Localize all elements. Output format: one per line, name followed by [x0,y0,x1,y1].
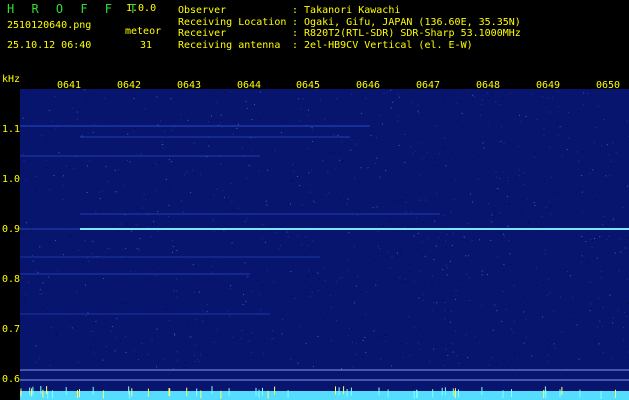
y-tick-label: 0.7 [2,324,21,335]
y-tick-label: 1.0 [2,174,21,185]
file-name: 2510120640.png [7,20,92,31]
station-info: Observer: Takanori Kawachi Receiving Loc… [178,5,521,51]
header-panel: H R O F F T 1.0.0 2510120640.png meteor … [0,0,629,72]
y-tick-label: 0.6 [2,374,21,385]
y-axis-unit: kHz [2,74,21,85]
meteor-label: meteor [125,26,162,37]
y-tick-label: 0.9 [2,224,21,235]
waterfall-spectrogram [20,89,629,400]
app-version: 1.0.0 [126,3,157,14]
info-row-observer: Observer: Takanori Kawachi [178,5,401,16]
spectrogram-canvas [20,89,629,400]
info-row-antenna: Receiving antenna: 2el-HB9CV Vertical (e… [178,39,473,51]
info-row-receiver: Receiver: R820T2(RTL-SDR) SDR-Sharp 53.1… [178,28,521,39]
y-tick-label: 0.8 [2,274,21,285]
info-row-location: Receiving Location: Ogaki, Gifu, JAPAN (… [178,16,521,28]
app-title: H R O F F T [7,2,142,16]
meteor-count: 31 [140,40,153,51]
date-time: 25.10.12 06:40 [7,40,92,51]
y-tick-label: 1.1 [2,124,21,135]
